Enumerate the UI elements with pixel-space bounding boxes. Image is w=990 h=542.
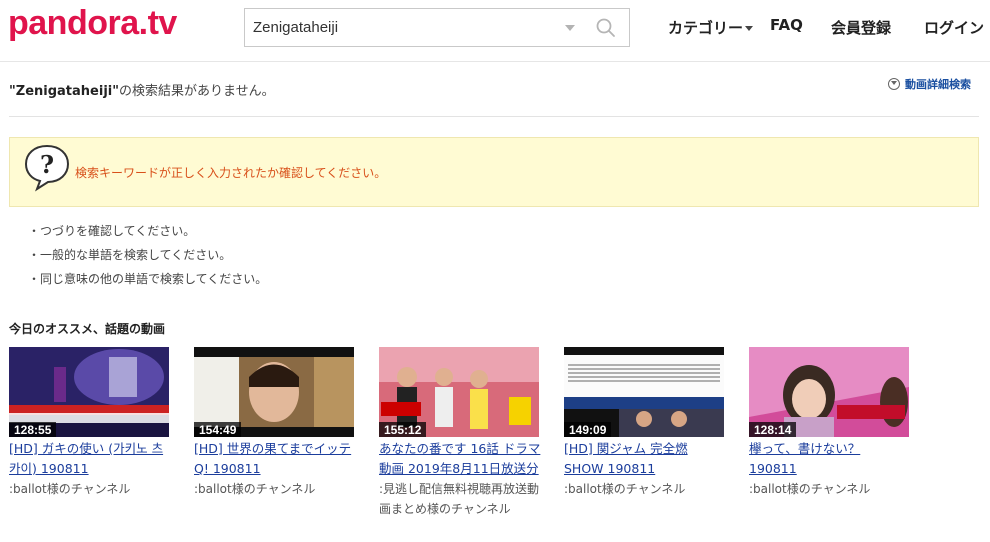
divider [9, 116, 979, 117]
advanced-search-link[interactable]: 動画詳細検索 [888, 76, 971, 92]
video-thumbnail[interactable]: 155:12 [379, 347, 539, 437]
video-channel: :ballot様のチャンネル [564, 482, 686, 496]
search-box [244, 8, 630, 47]
video-thumbnail[interactable]: 154:49 [194, 347, 354, 437]
search-icon[interactable] [595, 17, 617, 39]
no-results-suffix: の検索結果がありません。 [119, 84, 275, 99]
site-header: pandora.tv カテゴリー FAQ 会員登録 ログイン [0, 0, 990, 62]
video-duration: 154:49 [194, 422, 242, 437]
tip-item: ・つづりを確認してください。 [28, 224, 196, 238]
nav-login[interactable]: ログイン [924, 17, 984, 38]
nav-category[interactable]: カテゴリー [668, 17, 754, 38]
circle-chevron-down-icon [888, 78, 900, 90]
site-logo[interactable]: pandora.tv [8, 4, 177, 43]
advanced-search-label: 動画詳細検索 [905, 78, 971, 91]
nav-register[interactable]: 会員登録 [831, 17, 891, 38]
video-duration: 155:12 [379, 422, 427, 437]
video-channel: :見逃し配信無料視聴再放送動画まとめ様のチャンネル [379, 482, 540, 516]
video-thumbnail[interactable]: 149:09 [564, 347, 724, 437]
video-thumbnail[interactable]: 128:55 [9, 347, 169, 437]
video-card: 154:49 [HD] 世界の果てまでイッテQ! 190811 :ballot様… [194, 347, 356, 499]
nav-faq[interactable]: FAQ [770, 16, 803, 34]
nav-category-label: カテゴリー [668, 19, 744, 37]
video-duration: 149:09 [564, 422, 612, 437]
search-input[interactable] [245, 9, 555, 46]
video-card: 149:09 [HD] 関ジャム 完全燃SHOW 190811 :ballot様… [564, 347, 726, 499]
recommend-title: 今日のオススメ、話題の動画 [9, 322, 166, 336]
search-dropdown-caret-icon[interactable] [565, 25, 575, 31]
question-bubble-icon: ? [24, 144, 70, 192]
video-title-link[interactable]: [HD] ガキの使い (가키노 츠카이) 190811 [9, 439, 171, 479]
video-channel: :ballot様のチャンネル [749, 482, 871, 496]
video-channel: :ballot様のチャンネル [194, 482, 316, 496]
tip-item: ・一般的な単語を検索してください。 [28, 248, 232, 262]
video-title-link[interactable]: 欅って、書けない？ 190811 [749, 439, 911, 479]
video-title-link[interactable]: あなたの番です 16話 ドラマ動画 2019年8月11日放送分 [379, 439, 541, 479]
video-card: 128:14 欅って、書けない？ 190811 :ballot様のチャンネル [749, 347, 911, 499]
video-duration: 128:55 [9, 422, 57, 437]
notice-message: 検索キーワードが正しく入力されたか確認してください。 [75, 166, 387, 180]
video-card: 155:12 あなたの番です 16話 ドラマ動画 2019年8月11日放送分 :… [379, 347, 541, 519]
question-mark: ? [40, 150, 54, 179]
chevron-down-icon [745, 26, 754, 31]
video-card: 128:55 [HD] ガキの使い (가키노 츠카이) 190811 :ball… [9, 347, 171, 499]
tip-item: ・同じ意味の他の単語で検索してください。 [28, 272, 268, 286]
search-keyword: "Zenigataheiji" [9, 84, 120, 99]
video-duration: 128:14 [749, 422, 797, 437]
video-thumbnail[interactable]: 128:14 [749, 347, 909, 437]
video-channel: :ballot様のチャンネル [9, 482, 131, 496]
video-title-link[interactable]: [HD] 関ジャム 完全燃SHOW 190811 [564, 439, 726, 479]
no-results-message: "Zenigataheiji"の検索結果がありません。 [9, 80, 275, 99]
video-title-link[interactable]: [HD] 世界の果てまでイッテQ! 190811 [194, 439, 356, 479]
